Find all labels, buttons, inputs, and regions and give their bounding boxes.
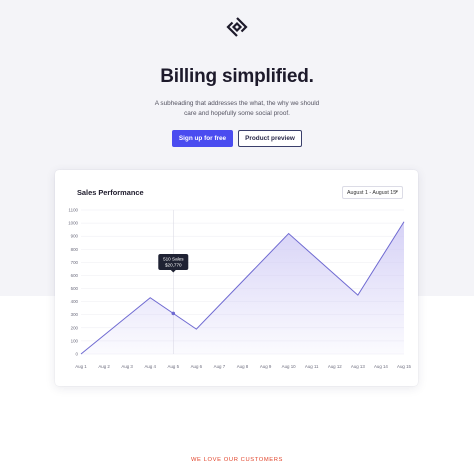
x-tick-label: Aug 7 — [214, 364, 226, 369]
x-tick-label: Aug 5 — [168, 364, 180, 369]
y-tick-label: 400 — [71, 299, 79, 304]
tooltip-pointer — [170, 270, 176, 273]
tooltip-revenue: $20,770 — [165, 263, 182, 268]
x-tick-label: Aug 6 — [191, 364, 203, 369]
sales-chart: 0 100 200 300 400 500 600 700 800 900 1000 1100 Aug … — [68, 208, 411, 370]
y-tick-label: 700 — [71, 260, 79, 265]
y-tick-label: 800 — [71, 247, 79, 252]
y-tick-label: 1100 — [69, 208, 79, 213]
sign-up-button[interactable]: Sign up for free — [172, 130, 233, 147]
x-tick-label: Aug 3 — [121, 364, 133, 369]
x-tick-label: Aug 14 — [374, 364, 388, 369]
y-tick-label: 500 — [71, 286, 79, 291]
x-tick-label: Aug 12 — [328, 364, 342, 369]
y-tick-label: 600 — [71, 273, 79, 278]
y-tick-label: 100 — [71, 338, 79, 343]
customers-eyebrow: WE LOVE OUR CUSTOMERS — [190, 457, 284, 463]
x-tick-label: Aug 2 — [98, 364, 110, 369]
x-tick-label: Aug 13 — [351, 364, 365, 369]
tooltip-sales: 510 Sales — [163, 256, 184, 261]
y-tick-label: 0 — [76, 352, 79, 357]
page-headline: Billing simplified. — [160, 66, 314, 87]
y-tick-label: 1000 — [68, 221, 78, 226]
x-tick-label: Aug 10 — [282, 364, 296, 369]
x-tick-label: Aug 11 — [305, 364, 319, 369]
highlight-point — [171, 311, 176, 316]
x-tick-label: Aug 4 — [144, 364, 156, 369]
page-subheading: A subheading that addresses the what, th… — [154, 100, 320, 117]
brand-logo-icon[interactable] — [226, 16, 248, 38]
x-tick-label: Aug 8 — [237, 364, 249, 369]
sales-performance-card: Sales Performance August 1 - August 15 ▾… — [55, 170, 418, 386]
x-tick-label: Aug 15 — [397, 364, 411, 369]
y-tick-label: 900 — [71, 234, 79, 239]
series-area — [81, 221, 404, 354]
y-tick-label: 200 — [71, 325, 79, 330]
x-tick-label: Aug 1 — [75, 364, 87, 369]
x-tick-label: Aug 9 — [260, 364, 272, 369]
y-tick-label: 300 — [71, 312, 79, 317]
product-preview-button[interactable]: Product preview — [238, 130, 302, 147]
